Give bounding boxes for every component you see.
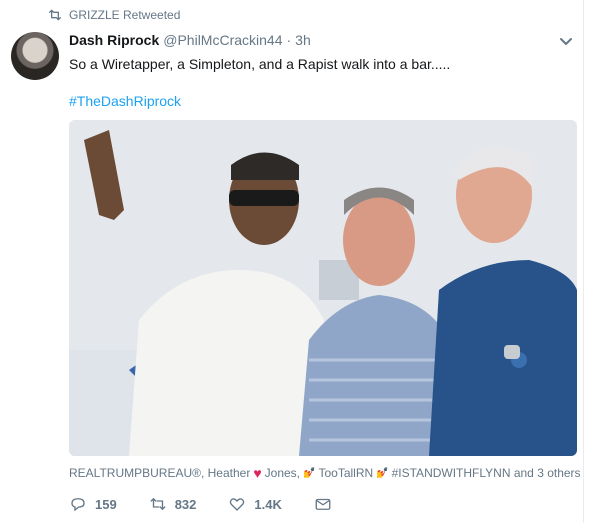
retweet-count: 832	[174, 496, 197, 512]
author-name[interactable]: Dash Riprock	[69, 32, 159, 48]
reply-button[interactable]: 159	[69, 495, 117, 513]
right-divider	[583, 0, 584, 523]
mail-icon	[315, 498, 331, 510]
separator: ·	[286, 32, 292, 48]
likers-names-4: #ISTANDWITHFLYNN and 3 others	[391, 466, 581, 480]
likers-names-3: TooTallRN	[318, 466, 374, 480]
nail-polish-emoji: 💅	[376, 467, 389, 479]
like-count: 1.4K	[254, 496, 282, 512]
reply-icon	[71, 498, 85, 512]
retweet-icon	[49, 9, 61, 21]
tweet-photo[interactable]	[69, 120, 577, 456]
avatar[interactable]	[11, 32, 59, 80]
tweet-text: So a Wiretapper, a Simpleton, and a Rapi…	[69, 56, 451, 72]
retweet-context: GRIZZLE Retweeted	[47, 7, 180, 23]
retweet-button[interactable]: 832	[149, 495, 197, 513]
nail-polish-emoji: 💅	[303, 467, 316, 479]
heart-icon	[230, 498, 245, 511]
timestamp[interactable]: 3h	[295, 32, 311, 48]
hashtag-link[interactable]: #TheDashRiprock	[69, 93, 181, 109]
retweet-icon	[150, 498, 166, 510]
tweet-header: Dash Riprock @PhilMcCrackin44 · 3h	[69, 32, 311, 48]
reply-count: 159	[95, 496, 117, 512]
tweet-actions: 159 832 1.4K	[69, 495, 364, 513]
direct-message-button[interactable]	[314, 495, 332, 513]
likers-names-1: REALTRUMPBUREAU®, Heather	[69, 466, 251, 480]
likers-names-2: Jones,	[264, 466, 301, 480]
heart-emoji: ♥	[253, 465, 262, 481]
photo-illustration	[69, 120, 577, 456]
retweet-context-text[interactable]: GRIZZLE Retweeted	[69, 8, 180, 22]
like-button[interactable]: 1.4K	[228, 495, 282, 513]
chevron-down-icon[interactable]	[558, 33, 574, 49]
author-handle[interactable]: @PhilMcCrackin44	[163, 32, 282, 48]
liked-by-row[interactable]: REALTRUMPBUREAU®, Heather ♥ Jones, 💅 Too…	[69, 465, 581, 481]
